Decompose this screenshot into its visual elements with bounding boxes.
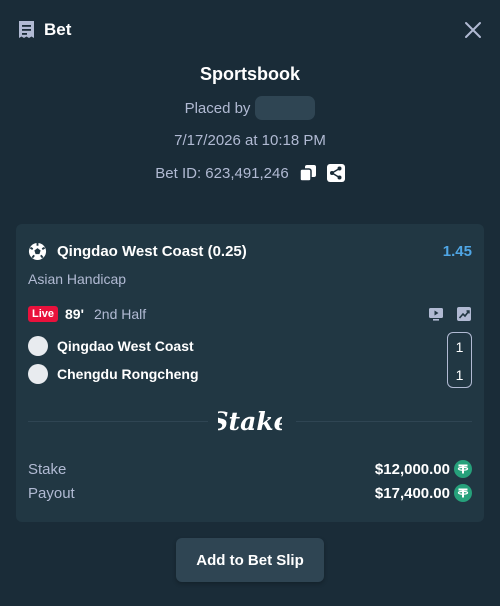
stake-label: Stake bbox=[28, 461, 67, 478]
copy-icon[interactable] bbox=[298, 164, 317, 182]
home-score: 1 bbox=[455, 339, 464, 355]
selection-name[interactable]: Qingdao West Coast (0.25) bbox=[57, 243, 247, 261]
live-status-row: Live 89' 2nd Half bbox=[28, 304, 472, 324]
sportsbook-title: Sportsbook bbox=[199, 64, 300, 84]
stake-value: $12,000.00 bbox=[374, 461, 450, 478]
odds-value: 1.45 bbox=[442, 243, 472, 260]
hidden-username[interactable] bbox=[255, 96, 316, 120]
match-minute: 89' bbox=[65, 306, 84, 322]
selection-row: Qingdao West Coast (0.25) 1.45 bbox=[28, 241, 472, 263]
close-icon[interactable] bbox=[464, 21, 482, 39]
tether-icon bbox=[454, 484, 472, 502]
share-icon[interactable] bbox=[326, 164, 345, 182]
placed-by-label: Placed by bbox=[184, 99, 251, 117]
away-score: 1 bbox=[455, 367, 464, 383]
live-badge: Live bbox=[28, 306, 59, 322]
divider bbox=[296, 421, 472, 422]
tether-icon bbox=[454, 460, 472, 478]
bet-card: Qingdao West Coast (0.25) 1.45 Asian Han… bbox=[16, 224, 484, 522]
match-period: 2nd Half bbox=[94, 306, 147, 322]
market-type: Asian Handicap bbox=[28, 271, 127, 287]
stake-logo-text: Stake bbox=[218, 407, 282, 436]
add-to-bet-slip-button[interactable]: Add to Bet Slip bbox=[176, 538, 324, 582]
modal-title: Bet bbox=[44, 20, 72, 39]
receipt-icon bbox=[19, 21, 34, 38]
payout-value: $17,400.00 bbox=[374, 485, 450, 502]
divider bbox=[28, 421, 208, 422]
bet-id-row: Bet ID: 623,491,246 bbox=[0, 162, 500, 184]
live-stream-icon[interactable] bbox=[428, 306, 444, 322]
bet-date: 7/17/2026 at 10:18 PM bbox=[174, 132, 326, 149]
team-name: Qingdao West Coast bbox=[57, 338, 194, 354]
payout-row: Payout $17,400.00 bbox=[28, 484, 472, 504]
team-name: Chengdu Rongcheng bbox=[57, 366, 199, 382]
score-box: 1 1 bbox=[447, 332, 472, 388]
team-row-home: Qingdao West Coast bbox=[28, 336, 328, 356]
stats-chart-icon[interactable] bbox=[456, 306, 472, 322]
bet-id: Bet ID: 623,491,246 bbox=[155, 164, 289, 182]
modal-header: Bet bbox=[0, 0, 500, 60]
stake-logo: Stake bbox=[218, 407, 282, 436]
team-logo bbox=[28, 364, 48, 384]
team-row-away: Chengdu Rongcheng bbox=[28, 364, 328, 384]
team-logo bbox=[28, 336, 48, 356]
payout-label: Payout bbox=[28, 485, 75, 502]
soccer-ball-icon bbox=[28, 242, 47, 261]
stake-row: Stake $12,000.00 bbox=[28, 460, 472, 480]
placed-by-row: Placed by bbox=[0, 96, 500, 120]
